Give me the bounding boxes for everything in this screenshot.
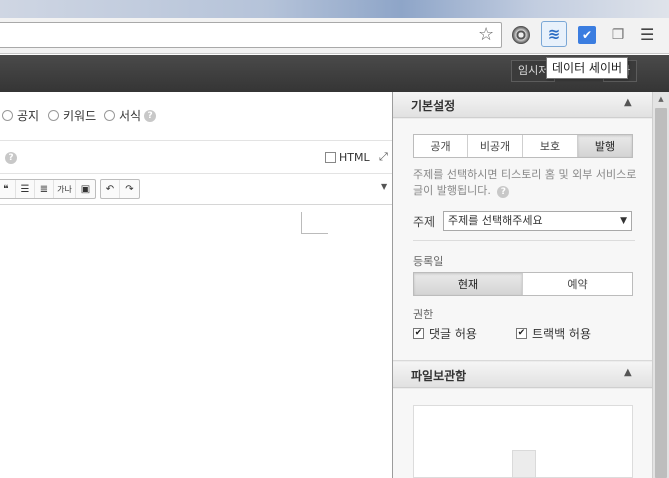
basic-settings-header[interactable]: 기본설정 ▲ — [393, 92, 652, 118]
undo-button[interactable]: ↶ — [101, 180, 120, 198]
page-scrollbar[interactable]: ▲ — [652, 92, 669, 478]
visibility-protected[interactable]: 보호 — [523, 135, 578, 157]
divider-button[interactable]: ☰ — [16, 180, 35, 198]
bookmark-star-icon[interactable]: ☆ — [478, 22, 494, 48]
permission-trackback[interactable]: ✔ 트랙백 허용 — [516, 325, 591, 342]
permission-label: 권한 — [413, 308, 434, 321]
radio-circle-icon[interactable] — [2, 110, 13, 121]
help-icon[interactable]: ? — [497, 186, 510, 198]
permission-comments[interactable]: ✔ 댓글 허용 — [413, 325, 477, 342]
basic-settings-body: 공개 비공개 보호 발행 주제를 선택하시면 티스토리 홈 및 외부 서비스로 … — [393, 119, 652, 361]
file-storage-body — [393, 389, 652, 478]
film-reel-icon — [512, 26, 530, 44]
title-row[interactable]: ? HTML ⤢ — [0, 142, 392, 174]
radio-circle-icon[interactable] — [104, 110, 115, 121]
checkbox-checked-icon[interactable]: ✔ — [516, 328, 527, 339]
date-segmented: 현재 예약 — [413, 272, 633, 296]
subject-select[interactable]: 주제를 선택해주세요 ▼ — [443, 211, 632, 231]
post-type-keyword[interactable]: 키워드 — [48, 107, 96, 124]
collapse-icon[interactable]: ▲ — [624, 367, 632, 378]
data-saver-tooltip: 데이터 세이버 — [546, 57, 629, 79]
chrome-menu-icon[interactable]: ☰ — [640, 24, 654, 46]
scroll-up-icon[interactable]: ▲ — [653, 92, 669, 106]
scrollbar-thumb[interactable] — [655, 108, 667, 478]
visibility-public[interactable]: 공개 — [414, 135, 468, 157]
save-icon[interactable]: ▣ — [76, 180, 95, 198]
checkbox-icon[interactable] — [325, 152, 336, 163]
format-toolbar: ❝ ☰ ≣ 가나 ▣ ↶ ↷ ▼ — [0, 175, 392, 205]
radio-circle-icon[interactable] — [48, 110, 59, 121]
html-toggle[interactable]: HTML — [325, 151, 370, 164]
editor-content-area[interactable] — [0, 206, 392, 478]
history-button-group: ↶ ↷ — [100, 179, 140, 199]
toolbar-more-icon[interactable]: ▼ — [381, 182, 387, 191]
quote-button[interactable]: ❝ — [0, 180, 16, 198]
redo-button[interactable]: ↷ — [120, 180, 139, 198]
checkbox-checked-icon[interactable]: ✔ — [413, 328, 424, 339]
subject-row: 주제 주제를 선택해주세요 ▼ — [413, 211, 632, 231]
film-reel-extension[interactable] — [510, 24, 532, 46]
format-button-group: ❝ ☰ ≣ 가나 ▣ — [0, 179, 96, 199]
address-bar[interactable] — [0, 22, 502, 48]
file-drop-area[interactable] — [413, 405, 633, 478]
dropdown-arrow-icon: ▼ — [620, 216, 627, 226]
visibility-publish[interactable]: 발행 — [578, 135, 632, 157]
check-icon: ✔ — [578, 26, 596, 44]
browser-toolbar — [0, 18, 669, 54]
divider — [413, 240, 635, 241]
visibility-private[interactable]: 비공개 — [468, 135, 523, 157]
help-icon[interactable]: ? — [5, 152, 17, 164]
collapse-icon[interactable]: ▲ — [624, 97, 632, 108]
post-type-notice[interactable]: 공지 — [2, 107, 39, 124]
check-extension[interactable]: ✔ — [576, 24, 598, 46]
data-saver-extension[interactable]: ≋ — [541, 21, 567, 47]
paragraph-corner-mark — [301, 212, 328, 234]
document-icon: ❐ — [611, 27, 625, 43]
help-icon[interactable]: ? — [144, 109, 157, 122]
line-button[interactable]: ≣ — [35, 180, 54, 198]
publish-notice: 주제를 선택하시면 티스토리 홈 및 외부 서비스로 글이 발행됩니다. ? — [413, 168, 637, 198]
date-label: 등록일 — [413, 255, 444, 268]
data-saver-icon: ≋ — [547, 25, 561, 43]
file-icon — [512, 450, 536, 478]
expand-icon[interactable]: ⤢ — [379, 150, 388, 164]
visibility-segmented: 공개 비공개 보호 발행 — [413, 134, 633, 158]
window-titlebar — [0, 0, 669, 18]
date-now[interactable]: 현재 — [414, 273, 523, 295]
spellcheck-button[interactable]: 가나 — [54, 180, 76, 198]
document-extension[interactable]: ❐ — [607, 24, 629, 46]
date-reserve[interactable]: 예약 — [523, 273, 632, 295]
settings-sidepanel: 기본설정 ▲ 공개 비공개 보호 발행 주제를 선택하시면 티스토리 홈 및 외… — [392, 92, 652, 478]
post-type-template[interactable]: 서식 ? — [104, 107, 157, 124]
post-type-row: 공지 키워드 서식 ? — [0, 93, 392, 141]
file-storage-header[interactable]: 파일보관함 ▲ — [393, 362, 652, 388]
